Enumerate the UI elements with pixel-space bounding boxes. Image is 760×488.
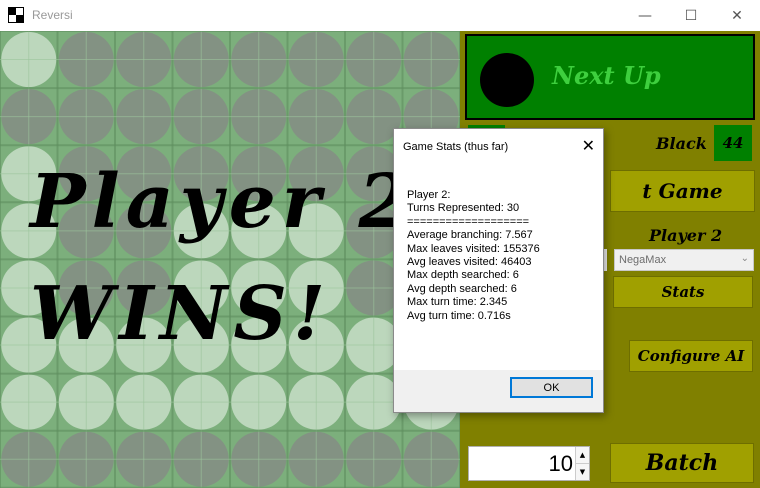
maximize-button[interactable]: ☐ bbox=[668, 0, 714, 31]
player2-ai-select-value: NegaMax bbox=[619, 254, 667, 266]
next-up-disc bbox=[480, 53, 534, 107]
close-button[interactable]: ✕ bbox=[714, 0, 760, 31]
stats-line: Avg leaves visited: 46403 bbox=[407, 256, 532, 269]
batch-count-value: 10 bbox=[548, 451, 573, 476]
new-game-button[interactable]: t Game bbox=[610, 170, 755, 212]
ok-button-label: OK bbox=[543, 381, 560, 394]
game-stats-dialog: Game Stats (thus far) ✕ Player 2: Turns … bbox=[393, 128, 604, 413]
stats-text: Player 2: Turns Represented: 30 ========… bbox=[407, 189, 540, 323]
increment-arrow-icon[interactable]: ▲ bbox=[575, 447, 589, 464]
title-bar: Reversi — ☐ ✕ bbox=[0, 0, 760, 32]
dialog-footer: OK bbox=[394, 370, 603, 412]
stats-line: =================== bbox=[407, 215, 530, 228]
stats-button[interactable]: Stats bbox=[613, 276, 753, 308]
maximize-icon: ☐ bbox=[684, 7, 698, 24]
configure-ai-button[interactable]: Configure AI bbox=[629, 340, 753, 372]
board-grid[interactable] bbox=[0, 31, 460, 488]
player2-ai-select[interactable]: NegaMax ⌄ bbox=[614, 249, 754, 271]
new-game-label: t Game bbox=[642, 179, 723, 203]
black-score: 44 bbox=[722, 134, 744, 152]
black-score-box: 44 bbox=[714, 125, 752, 161]
game-board[interactable]: Player 2 WINS! bbox=[0, 31, 460, 488]
stats-line: Avg turn time: 0.716s bbox=[407, 309, 511, 322]
stats-line: Max leaves visited: 155376 bbox=[407, 242, 540, 255]
black-label: Black bbox=[656, 134, 707, 153]
stats-button-label: Stats bbox=[661, 283, 705, 301]
batch-button-label: Batch bbox=[645, 450, 719, 476]
next-up-label: Next Up bbox=[552, 61, 661, 90]
player2-label: Player 2 bbox=[649, 226, 723, 245]
stats-line: Max depth searched: 6 bbox=[407, 269, 519, 282]
minimize-button[interactable]: — bbox=[622, 0, 668, 31]
stats-line: Avg depth searched: 6 bbox=[407, 282, 517, 295]
winner-banner-line2: WINS! bbox=[30, 271, 332, 357]
stats-line: Average branching: 7.567 bbox=[407, 229, 533, 242]
stats-line: Turns Represented: 30 bbox=[407, 202, 520, 215]
stats-line: Player 2: bbox=[407, 189, 451, 201]
stats-line: Max turn time: 2.345 bbox=[407, 296, 508, 309]
next-up-box: Next Up bbox=[465, 34, 755, 120]
chevron-down-icon: ⌄ bbox=[740, 253, 749, 264]
dialog-title: Game Stats (thus far) bbox=[403, 141, 509, 153]
batch-button[interactable]: Batch bbox=[610, 443, 754, 483]
configure-ai-label: Configure AI bbox=[637, 347, 745, 365]
minimize-icon: — bbox=[638, 7, 652, 24]
window-title: Reversi bbox=[32, 8, 73, 22]
winner-banner-line1: Player 2 bbox=[30, 159, 417, 245]
close-icon: ✕ bbox=[731, 7, 743, 24]
dialog-close-icon[interactable]: ✕ bbox=[582, 136, 595, 156]
batch-count-input[interactable]: 10 ▲ ▼ bbox=[468, 446, 590, 481]
reversi-app-icon bbox=[8, 7, 24, 23]
decrement-arrow-icon[interactable]: ▼ bbox=[575, 464, 589, 480]
ok-button[interactable]: OK bbox=[510, 377, 593, 398]
